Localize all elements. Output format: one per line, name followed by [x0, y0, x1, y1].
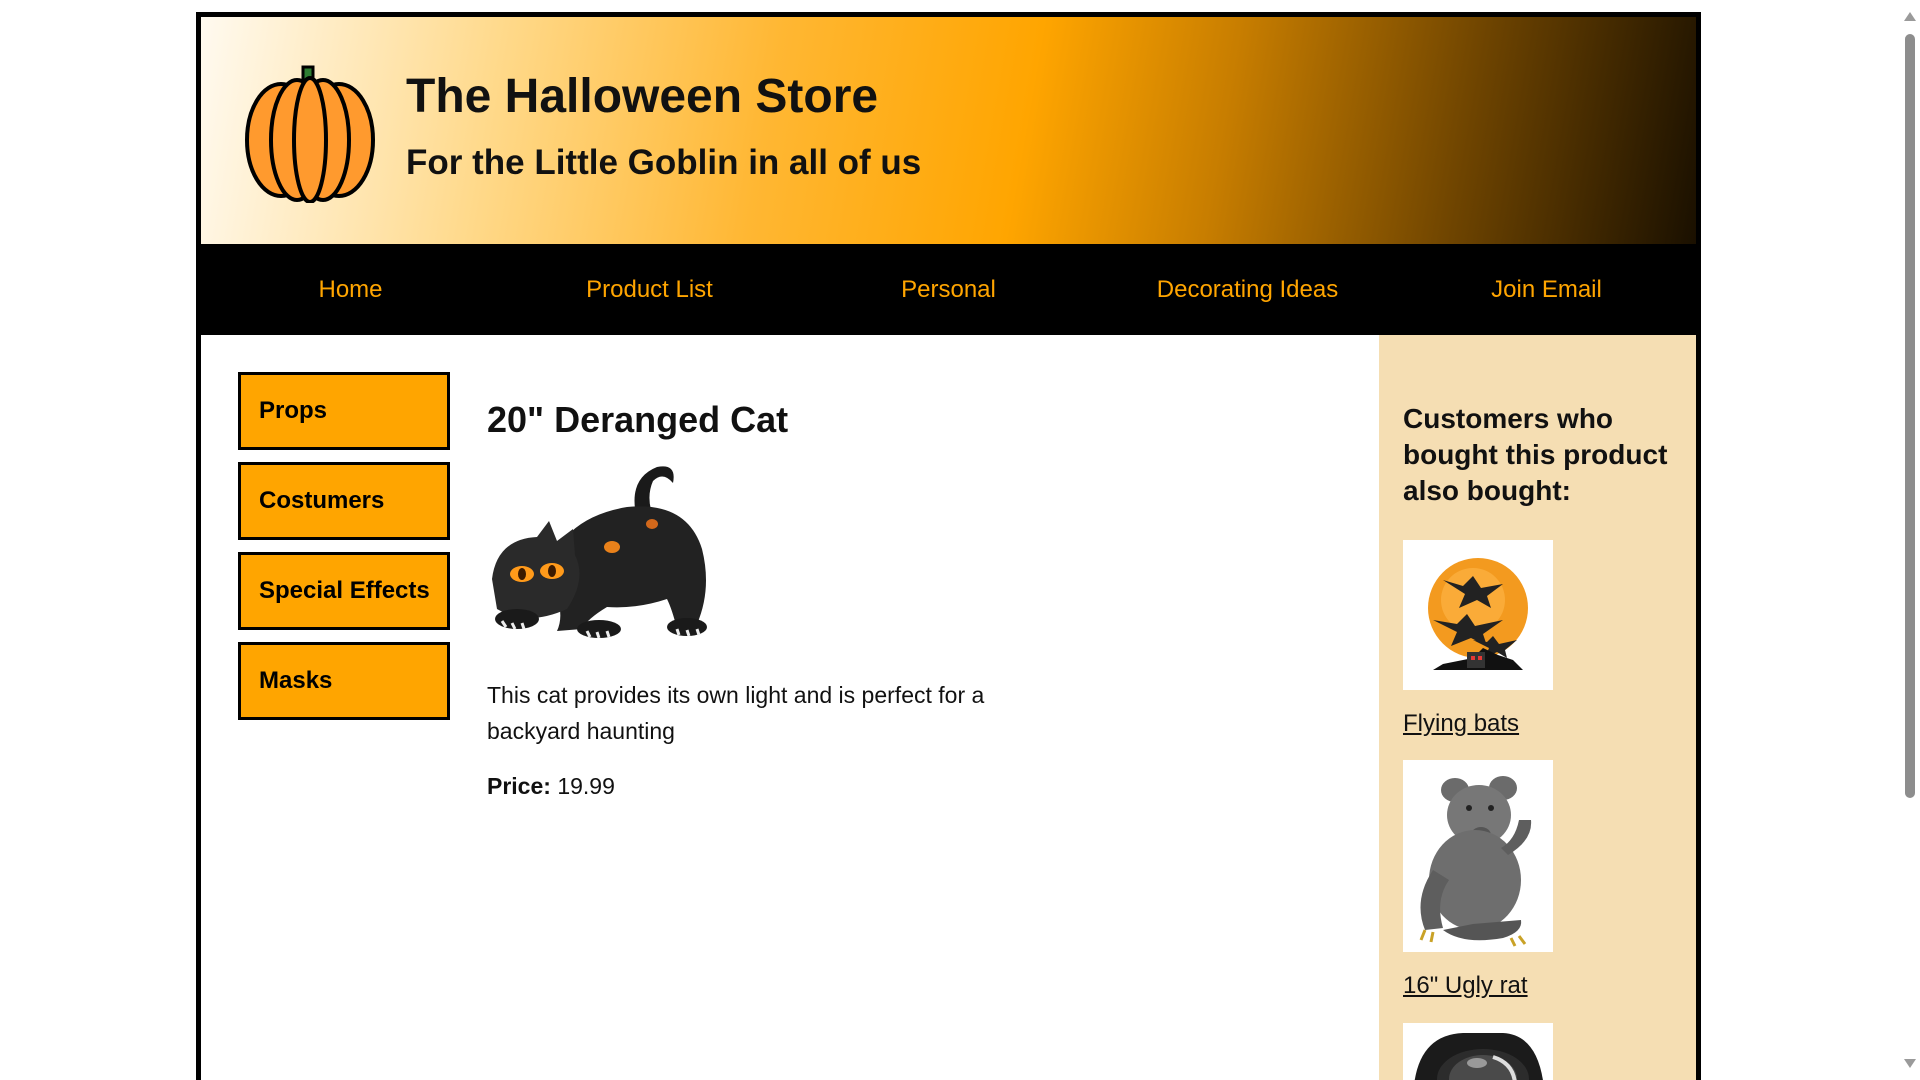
price-value: 19.99: [557, 773, 615, 799]
nav-join-email[interactable]: Join Email: [1397, 244, 1696, 335]
spotlight-image[interactable]: [1403, 1023, 1553, 1080]
scrollbar-thumb[interactable]: [1905, 34, 1915, 798]
product-title: 20" Deranged Cat: [487, 399, 789, 440]
page-container: The Halloween Store For the Little Gobli…: [196, 12, 1701, 1080]
site-subtitle: For the Little Goblin in all of us: [406, 143, 922, 182]
related-heading: Customers who bought this product also b…: [1403, 403, 1668, 506]
related-item: [1403, 1023, 1553, 1080]
main-nav: Home Product List Personal Decorating Id…: [201, 244, 1696, 335]
product-description: This cat provides its own light and is p…: [487, 682, 985, 744]
ugly-rat-image[interactable]: [1403, 760, 1553, 952]
related-products-sidebar: Customers who bought this product also b…: [1379, 335, 1696, 1080]
scroll-down-icon[interactable]: [1904, 1059, 1916, 1068]
category-props-button[interactable]: Props: [238, 372, 450, 450]
nav-product-list[interactable]: Product List: [500, 244, 799, 335]
category-menu: Props Costumers Special Effects Masks: [238, 372, 450, 732]
product-price-row: Price: 19.99: [487, 773, 1047, 800]
category-special-effects-button[interactable]: Special Effects: [238, 552, 450, 630]
inflatable-cat-image: [492, 466, 707, 639]
category-masks-button[interactable]: Masks: [238, 642, 450, 720]
pumpkin-icon: [245, 65, 375, 203]
page-scrollbar[interactable]: [1900, 0, 1920, 1080]
price-label: Price:: [487, 773, 551, 799]
category-costumers-button[interactable]: Costumers: [238, 462, 450, 540]
related-link-ugly-rat[interactable]: 16" Ugly rat: [1403, 972, 1528, 1000]
nav-home[interactable]: Home: [201, 244, 500, 335]
related-link-flying-bats[interactable]: Flying bats: [1403, 710, 1519, 738]
nav-decorating-ideas[interactable]: Decorating Ideas: [1098, 244, 1397, 335]
browser-viewport: The Halloween Store For the Little Gobli…: [0, 0, 1920, 1080]
flying-bats-image[interactable]: [1403, 540, 1553, 690]
related-item: Flying bats: [1403, 540, 1553, 738]
scroll-up-icon[interactable]: [1904, 12, 1916, 21]
product-detail: 20" Deranged Cat This cat provides its o…: [487, 387, 1047, 800]
site-title: The Halloween Store: [406, 70, 879, 123]
site-header: The Halloween Store For the Little Gobli…: [201, 17, 1696, 244]
related-item: 16" Ugly rat: [1403, 760, 1553, 1000]
nav-personal[interactable]: Personal: [799, 244, 1098, 335]
